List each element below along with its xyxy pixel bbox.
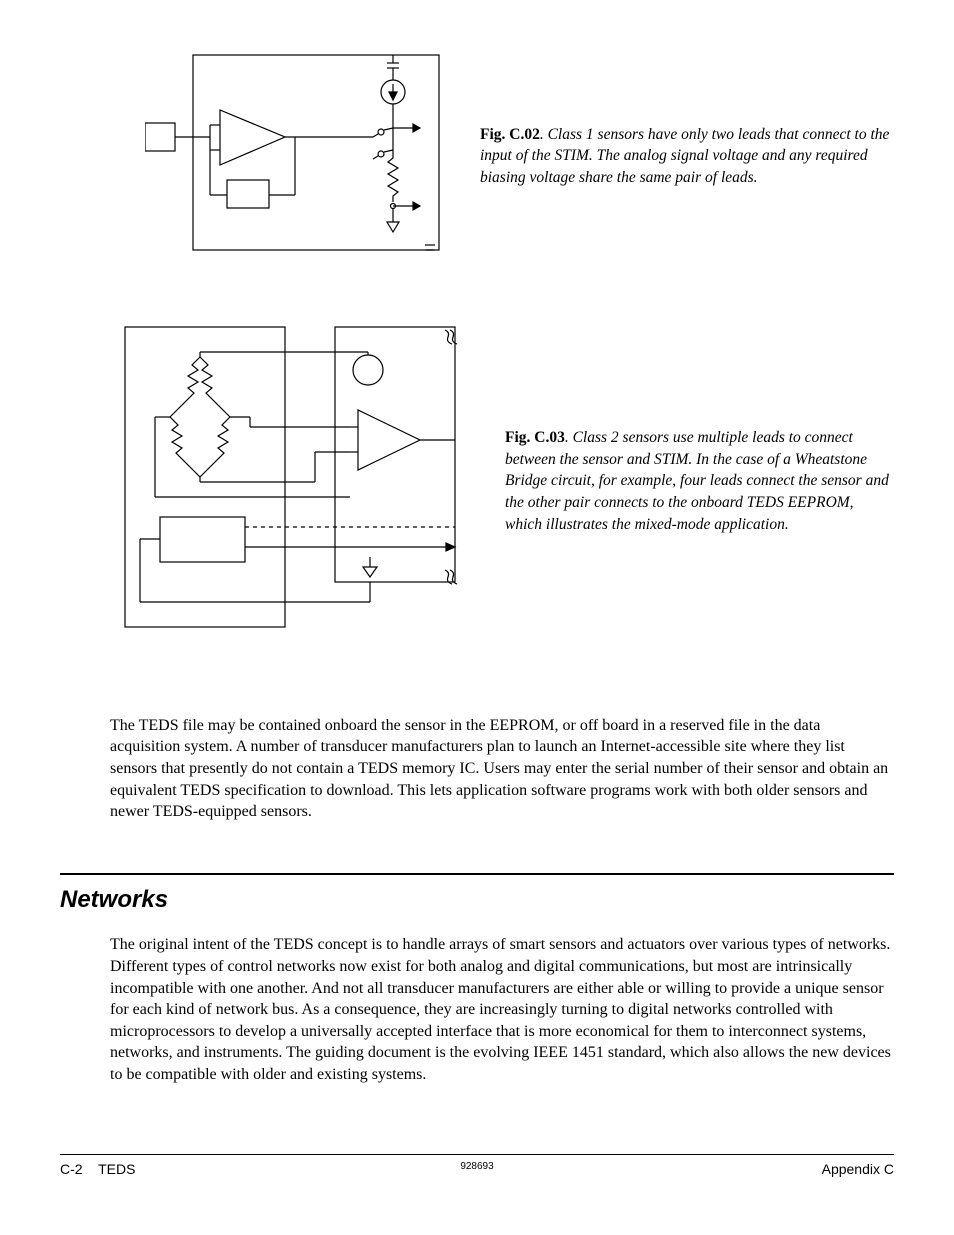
footer-page-number: C-2: [60, 1161, 83, 1177]
figure-c02-row: Fig. C.02. Class 1 sensors have only two…: [145, 50, 894, 262]
figure-label: Fig. C.02: [480, 126, 540, 143]
figure-c02-diagram: [145, 50, 445, 262]
figure-c03-caption: Fig. C.03. Class 2 sensors use multiple …: [470, 427, 894, 535]
section-heading-networks: Networks: [60, 883, 894, 917]
figure-c03-row: Fig. C.03. Class 2 sensors use multiple …: [100, 322, 894, 639]
page-footer: C-2 TEDS 928693 Appendix C: [60, 1154, 894, 1180]
networks-paragraph: The original intent of the TEDS concept …: [60, 934, 894, 1085]
footer-right: Appendix C: [822, 1160, 894, 1180]
footer-center: 928693: [460, 1160, 493, 1174]
footer-title: TEDS: [98, 1161, 135, 1177]
teds-file-paragraph: The TEDS file may be contained onboard t…: [60, 715, 894, 823]
section-rule: [60, 873, 894, 875]
figure-label: Fig. C.03: [505, 429, 565, 446]
figure-c02-caption: Fig. C.02. Class 1 sensors have only two…: [445, 124, 894, 189]
footer-rule: [60, 1154, 894, 1155]
figure-c03-diagram: [100, 322, 470, 639]
figure-text: . Class 1 sensors have only two leads th…: [480, 126, 889, 186]
footer-left: C-2 TEDS: [60, 1160, 135, 1180]
